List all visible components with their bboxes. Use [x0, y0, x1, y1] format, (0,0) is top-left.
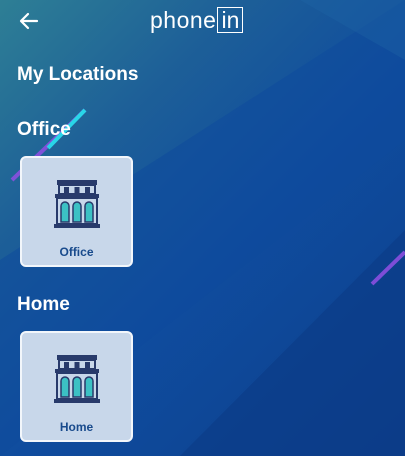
- location-card-label: Home: [59, 420, 94, 434]
- back-button[interactable]: [14, 6, 44, 36]
- top-bar: phone in: [0, 0, 405, 42]
- brand-logo-text: phone: [150, 6, 217, 33]
- section-title-office: Office: [17, 119, 71, 140]
- section-title-home: Home: [17, 294, 70, 315]
- location-card-office[interactable]: Office: [20, 156, 133, 267]
- building-icon: [53, 180, 100, 228]
- arrow-left-icon: [19, 12, 39, 30]
- location-card-label: Office: [59, 245, 94, 259]
- location-card-home[interactable]: Home: [20, 331, 133, 442]
- brand-logo: phone in: [150, 6, 244, 34]
- building-icon: [53, 355, 100, 403]
- page-title: My Locations: [17, 64, 139, 85]
- brand-logo-box: in: [217, 7, 244, 33]
